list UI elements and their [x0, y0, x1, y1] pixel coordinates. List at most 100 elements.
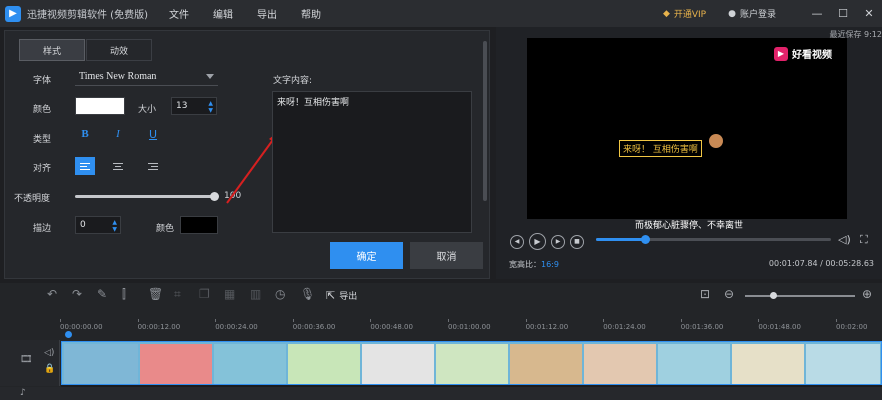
maximize-icon[interactable]: ☐	[830, 7, 856, 20]
microphone-icon[interactable]: 🎙	[300, 287, 315, 301]
film-icon: 🎞	[20, 354, 33, 365]
zoom-out-icon[interactable]: ⊖	[724, 287, 734, 301]
ruler-tick-mark	[215, 319, 217, 322]
progress-handle[interactable]	[641, 235, 651, 244]
stop-icon[interactable]: ■	[570, 234, 584, 249]
crop-icon[interactable]: ⌗	[174, 287, 181, 302]
forward-icon[interactable]: ▶	[551, 234, 565, 249]
font-select[interactable]: Times New Roman	[75, 68, 218, 86]
zoom-slider-handle[interactable]	[770, 292, 777, 299]
export-label: 导出	[339, 292, 358, 302]
stepper-arrows-icon[interactable]: ▲ ▼	[112, 219, 117, 233]
size-stepper[interactable]: 13 ▲ ▼	[171, 97, 217, 115]
app-logo-icon: ▶	[5, 5, 21, 22]
playback-controls: ◀ ▶ ▶ ■	[510, 233, 584, 250]
stepper-arrows-icon[interactable]: ▲ ▼	[208, 100, 213, 114]
menu-help[interactable]: 帮助	[301, 6, 321, 21]
time-display: 00:01:07.84 / 00:05:28.63	[768, 259, 874, 268]
tab-animation[interactable]: 动效	[86, 39, 152, 61]
export-button[interactable]: ⇱ 导出	[326, 289, 357, 302]
video-preview[interactable]: ▶ 好看视频 来呀！ 互相伤害啊 而极郁心脏骤停、不幸离世	[527, 38, 847, 231]
type-label: 类型	[33, 135, 52, 145]
bold-button[interactable]: B	[75, 128, 95, 140]
redo-icon[interactable]: ↷	[72, 287, 82, 301]
vip-label: 开通VIP	[673, 10, 707, 20]
menu-edit[interactable]: 编辑	[213, 6, 233, 21]
ratio-value: 16:9	[541, 260, 559, 269]
time-ruler[interactable]: 00:00:00.00 00:00:12.00 00:00:24.00 00:00:3…	[60, 319, 882, 335]
login-button[interactable]: ● 账户登录	[728, 7, 776, 21]
clip-thumbnail	[584, 344, 656, 384]
volume-icon[interactable]: ◁)	[838, 233, 851, 246]
ruler-tick-mark	[292, 319, 294, 322]
bear-sticker-icon[interactable]	[709, 134, 723, 148]
watermark-text: 好看视频	[792, 50, 832, 61]
timeline-toolbar: ↶ ↷ ✎ ⫿ 🗑 ⌗ ❐ ▦ ▥ ◷ 🎙 ⇱ 导出 ⊡ ⊖ ⊕	[0, 283, 882, 308]
audio-icon: ♪	[20, 388, 26, 398]
clip-thumbnail	[214, 344, 286, 384]
menu-file[interactable]: 文件	[169, 6, 189, 21]
close-icon[interactable]: ✕	[856, 7, 882, 20]
watermark: ▶ 好看视频	[774, 46, 832, 61]
stroke-stepper[interactable]: 0 ▲ ▼	[75, 216, 121, 234]
clip-thumbnail	[436, 344, 508, 384]
ruler-tick-label: 00:01:36.00	[680, 323, 724, 331]
playhead-handle[interactable]	[65, 331, 72, 338]
vip-button[interactable]: ◆ 开通VIP	[663, 7, 707, 21]
ruler-tick-label: 00:01:12.00	[525, 323, 569, 331]
split-icon[interactable]: ⫿	[122, 287, 126, 302]
rewind-icon[interactable]: ◀	[510, 234, 524, 249]
user-icon: ●	[728, 8, 736, 19]
ruler-tick-label: 00:00:36.00	[292, 323, 336, 331]
undo-icon[interactable]: ↶	[47, 287, 57, 301]
align-label: 对齐	[33, 164, 52, 174]
text-content-input[interactable]: 来呀！互相伤害啊	[272, 91, 472, 233]
menu-export[interactable]: 导出	[257, 6, 277, 21]
zoom-in-icon[interactable]: ⊕	[862, 287, 872, 301]
minimize-icon[interactable]: —	[804, 7, 830, 20]
align-center-icon[interactable]	[108, 157, 128, 175]
text-content-label: 文字内容:	[273, 76, 313, 86]
audio-track[interactable]: ♪	[0, 387, 882, 400]
panel-scrollbar[interactable]	[483, 41, 487, 201]
video-track[interactable]	[61, 341, 882, 387]
confirm-button[interactable]: 确定	[330, 242, 403, 269]
delete-icon[interactable]: 🗑	[148, 287, 163, 301]
progress-fill	[596, 238, 646, 241]
chart-icon[interactable]: ▥	[250, 287, 261, 301]
size-label: 大小	[138, 105, 157, 115]
video-clip[interactable]	[61, 341, 882, 385]
play-logo-icon: ▶	[774, 46, 788, 61]
italic-button[interactable]: I	[108, 128, 128, 140]
lock-icon[interactable]: 🔒	[44, 364, 55, 374]
aspect-ratio[interactable]: 宽高比：16:9	[509, 259, 559, 270]
underline-button[interactable]: U	[143, 128, 163, 141]
menu-bar: 文件 编辑 导出 帮助	[169, 6, 345, 21]
mosaic-icon[interactable]: ▦	[224, 287, 235, 301]
speaker-icon[interactable]: ◁)	[44, 348, 54, 358]
opacity-slider-handle[interactable]	[210, 192, 219, 201]
zoom-slider[interactable]	[745, 292, 855, 299]
opacity-slider[interactable]	[75, 192, 219, 201]
clock-icon[interactable]: ◷	[275, 287, 285, 301]
timeline-panel: ↶ ↷ ✎ ⫿ 🗑 ⌗ ❐ ▦ ▥ ◷ 🎙 ⇱ 导出 ⊡ ⊖ ⊕ 00:00:0…	[0, 283, 882, 400]
opacity-label: 不透明度	[14, 194, 51, 204]
play-icon[interactable]: ▶	[529, 233, 546, 250]
playback-progress[interactable]	[596, 235, 831, 244]
fit-icon[interactable]: ⊡	[700, 287, 710, 301]
text-color-swatch[interactable]	[75, 97, 125, 115]
ruler-tick-mark	[137, 319, 139, 322]
size-value: 13	[176, 101, 188, 111]
cancel-button[interactable]: 取消	[410, 242, 483, 269]
text-overlay[interactable]: 来呀！ 互相伤害啊	[619, 140, 702, 157]
copy-icon[interactable]: ❐	[199, 287, 210, 301]
login-label: 账户登录	[739, 10, 776, 20]
fullscreen-icon[interactable]: ⛶	[860, 233, 868, 247]
stroke-color-swatch[interactable]	[180, 216, 218, 234]
align-right-icon[interactable]	[143, 157, 163, 175]
align-left-icon[interactable]	[75, 157, 95, 175]
edit-icon[interactable]: ✎	[97, 287, 107, 301]
tab-style[interactable]: 样式	[19, 39, 85, 61]
clip-thumbnail	[806, 344, 880, 384]
video-track-header: 🎞 ◁) 🔒	[0, 340, 60, 386]
